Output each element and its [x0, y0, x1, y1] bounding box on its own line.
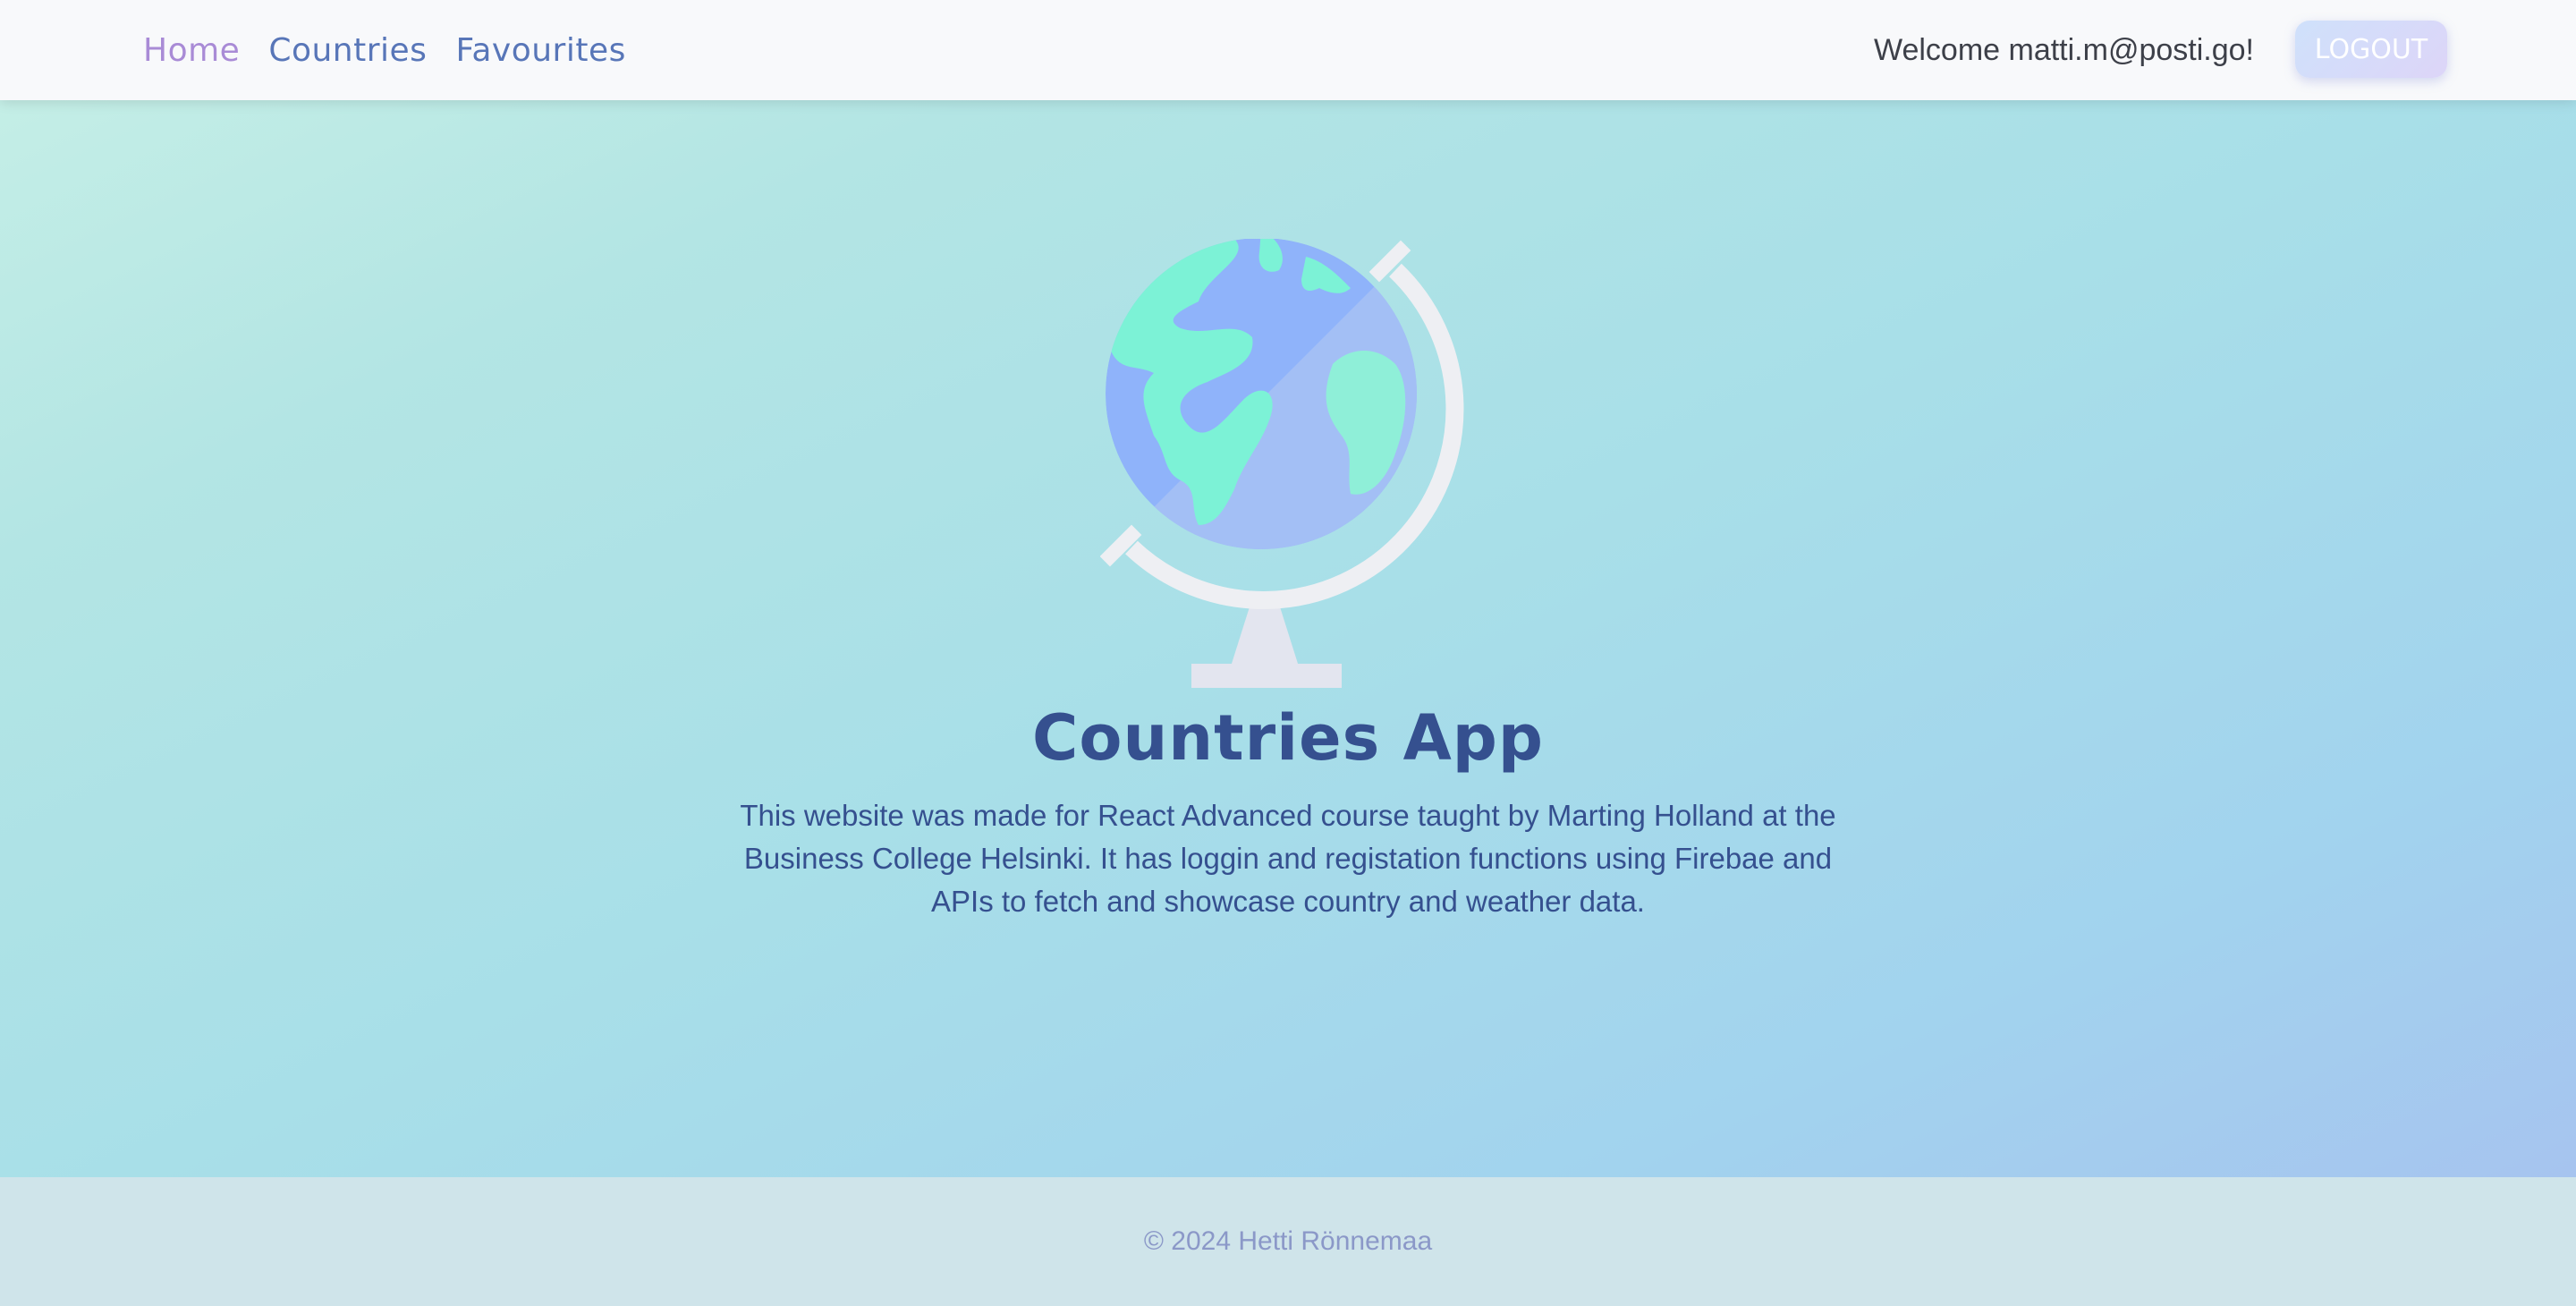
hero-section: Countries App This website was made for … [0, 100, 2576, 1177]
footer: © 2024 Hetti Rönnemaa [0, 1177, 2576, 1306]
nav-link-favourites[interactable]: Favourites [455, 32, 625, 69]
logout-button[interactable]: LOGOUT [2295, 21, 2447, 78]
globe-icon [1100, 239, 1464, 688]
navbar: Home Countries Favourites Welcome matti.… [0, 0, 2576, 100]
nav-links: Home Countries Favourites [143, 0, 655, 100]
page-title: Countries App [1031, 701, 1544, 775]
welcome-message: Welcome matti.m@posti.go! [1873, 32, 2254, 67]
app-description: This website was made for React Advanced… [740, 799, 1836, 918]
copyright-text: © 2024 Hetti Rönnemaa [1143, 1226, 1433, 1256]
nav-link-countries[interactable]: Countries [268, 32, 427, 69]
nav-link-home[interactable]: Home [143, 32, 240, 69]
